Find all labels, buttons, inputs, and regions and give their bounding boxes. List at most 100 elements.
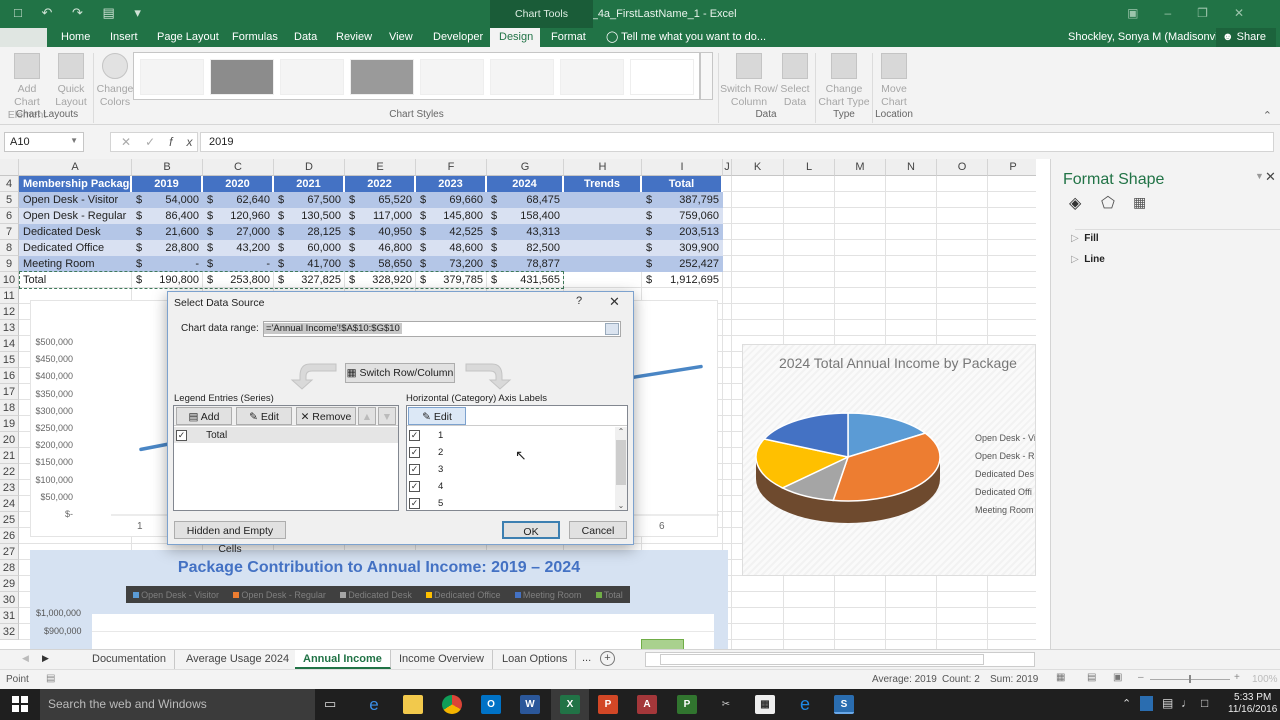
- macro-record-icon[interactable]: ▤: [46, 673, 55, 684]
- row-header[interactable]: 25: [0, 512, 19, 528]
- pie-chart[interactable]: 2024 Total Annual Income by Package Open…: [742, 344, 1036, 576]
- cancel-button[interactable]: Cancel: [569, 521, 627, 539]
- axis-label-item[interactable]: ✓ 1: [407, 427, 615, 444]
- formula-actions[interactable]: ✕✓fx: [110, 132, 198, 152]
- table-header-cell[interactable]: Total: [642, 176, 723, 192]
- scroll-left-icon[interactable]: ◀: [22, 653, 29, 664]
- series-checkbox[interactable]: ✓: [176, 429, 187, 441]
- money-cell[interactable]: $ -: [132, 256, 203, 272]
- quick-layout-button[interactable]: Quick Layout: [52, 53, 90, 109]
- collapse-dialog-icon[interactable]: [605, 323, 619, 335]
- column-header[interactable]: A: [19, 159, 132, 176]
- total-cell[interactable]: $309,900: [642, 240, 723, 256]
- show-hidden-icons[interactable]: ⌃: [1122, 697, 1131, 710]
- row-header[interactable]: 6: [0, 208, 19, 224]
- volume-icon[interactable]: ♩: [1181, 696, 1193, 710]
- money-cell[interactable]: $43,313: [487, 224, 564, 240]
- size-properties-icon[interactable]: ▦: [1133, 194, 1146, 211]
- column-header[interactable]: K: [732, 159, 784, 176]
- tab-insert[interactable]: Insert: [101, 28, 147, 47]
- sheet-tab-average-usage-2024[interactable]: Average Usage 2024: [178, 650, 299, 669]
- money-cell[interactable]: $65,520: [345, 192, 416, 208]
- chart-style-4[interactable]: [350, 59, 414, 95]
- column-header[interactable]: P: [988, 159, 1036, 176]
- page-layout-view-icon[interactable]: ▤: [1087, 672, 1096, 683]
- table-header-cell[interactable]: Membership Package: [19, 176, 132, 192]
- select-all-corner[interactable]: [0, 159, 19, 176]
- tab-home[interactable]: Home: [52, 28, 99, 47]
- row-header[interactable]: 15: [0, 352, 19, 368]
- axis-list-scrollbar[interactable]: ⌃ ⌄: [615, 427, 627, 510]
- tab-formulas[interactable]: Formulas: [223, 28, 287, 47]
- chart-data-range-input[interactable]: ='Annual Income'!$A$10:$G$10: [263, 321, 621, 337]
- column-header[interactable]: G: [487, 159, 564, 176]
- gallery-scroll[interactable]: [700, 52, 713, 100]
- file-explorer-icon[interactable]: [403, 695, 423, 714]
- help-button[interactable]: ?: [576, 295, 582, 307]
- enter-icon[interactable]: ✓: [145, 135, 169, 149]
- user-name[interactable]: Shockley, Sonya M (Madisonville): [1068, 28, 1232, 47]
- tab-review[interactable]: Review: [327, 28, 381, 47]
- row-header[interactable]: 11: [0, 288, 19, 304]
- row-header[interactable]: 31: [0, 608, 19, 624]
- add-series-button[interactable]: ▤ Add: [176, 407, 232, 425]
- zoom-in-button[interactable]: +: [1234, 672, 1240, 683]
- excel-icon[interactable]: X: [560, 695, 580, 714]
- money-cell[interactable]: $78,877: [487, 256, 564, 272]
- page-break-view-icon[interactable]: ▣: [1113, 672, 1122, 683]
- row-header[interactable]: 12: [0, 304, 19, 320]
- row-header[interactable]: 32: [0, 624, 19, 640]
- horizontal-scrollbar[interactable]: [645, 652, 1035, 667]
- money-cell[interactable]: $86,400: [132, 208, 203, 224]
- money-cell[interactable]: $42,525: [416, 224, 487, 240]
- money-cell[interactable]: $46,800: [345, 240, 416, 256]
- row-header[interactable]: 9: [0, 256, 19, 272]
- outlook-icon[interactable]: O: [481, 695, 501, 714]
- tray-app-icon[interactable]: [1140, 696, 1153, 711]
- row-header[interactable]: 13: [0, 320, 19, 336]
- column-header[interactable]: E: [345, 159, 416, 176]
- series-item[interactable]: ✓ Total: [174, 427, 398, 443]
- money-cell[interactable]: $48,600: [416, 240, 487, 256]
- chart-style-2[interactable]: [210, 59, 274, 95]
- axis-label-checkbox[interactable]: ✓: [409, 446, 420, 458]
- fill-line-icon[interactable]: ◈: [1069, 193, 1081, 213]
- snipping-tool-icon[interactable]: ✂: [716, 695, 736, 714]
- remove-series-button[interactable]: ✕ Remove: [296, 407, 356, 425]
- row-header[interactable]: 5: [0, 192, 19, 208]
- move-up-button[interactable]: ▲: [358, 407, 376, 425]
- row-header[interactable]: 23: [0, 480, 19, 496]
- scroll-thumb[interactable]: [616, 440, 626, 485]
- internet-explorer-icon[interactable]: e: [364, 695, 384, 714]
- edge-icon[interactable]: e: [795, 695, 815, 714]
- clock[interactable]: 5:33 PM 11/16/2016: [1228, 692, 1277, 716]
- column-header[interactable]: B: [132, 159, 203, 176]
- column-header[interactable]: D: [274, 159, 345, 176]
- new-sheet-button[interactable]: +: [600, 651, 615, 666]
- column-header[interactable]: I: [642, 159, 723, 176]
- money-cell[interactable]: $82,500: [487, 240, 564, 256]
- trends-cell[interactable]: [564, 272, 642, 288]
- table-header-cell[interactable]: 2023: [416, 176, 487, 192]
- axis-label-checkbox[interactable]: ✓: [409, 429, 420, 441]
- sheet-tab-loan-options[interactable]: Loan Options: [494, 650, 577, 669]
- row-header[interactable]: 22: [0, 464, 19, 480]
- row-header[interactable]: 20: [0, 432, 19, 448]
- project-icon[interactable]: P: [677, 695, 697, 714]
- column-header[interactable]: M: [835, 159, 886, 176]
- notifications-icon[interactable]: □: [1201, 696, 1208, 710]
- total-cell[interactable]: $203,513: [642, 224, 723, 240]
- total-cell[interactable]: $1,912,695: [642, 272, 723, 288]
- share-button[interactable]: ☻ Share: [1216, 28, 1276, 47]
- money-cell[interactable]: $58,650: [345, 256, 416, 272]
- column-header[interactable]: L: [784, 159, 835, 176]
- network-icon[interactable]: ▤: [1162, 696, 1173, 710]
- money-cell[interactable]: $43,200: [203, 240, 274, 256]
- chart-styles-gallery[interactable]: [133, 52, 700, 100]
- row-label[interactable]: Open Desk - Visitor: [19, 192, 132, 208]
- row-header[interactable]: 26: [0, 528, 19, 544]
- tab-page-layout[interactable]: Page Layout: [148, 28, 228, 47]
- fill-section[interactable]: ▷ Fill: [1071, 233, 1099, 244]
- name-box[interactable]: A10 ▼: [4, 132, 84, 152]
- pane-options-icon[interactable]: ▼: [1255, 171, 1264, 181]
